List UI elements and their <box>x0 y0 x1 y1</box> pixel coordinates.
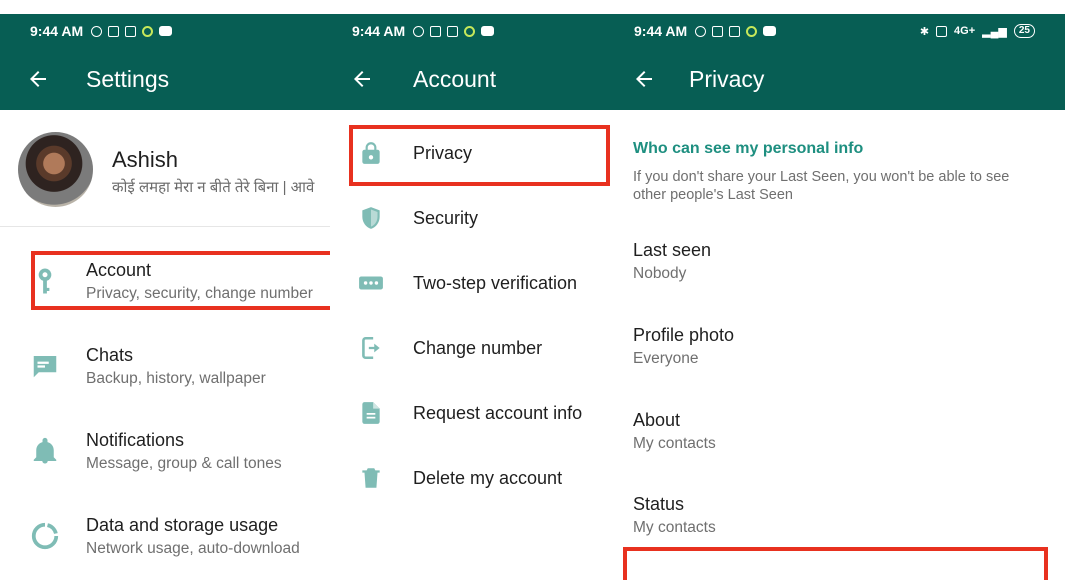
top-margin <box>330 0 612 14</box>
page-title: Privacy <box>689 66 765 92</box>
youtube-icon <box>763 26 777 36</box>
privacy-item-profile-photo[interactable]: Profile photo Everyone <box>612 325 1065 385</box>
mail-icon <box>125 25 137 37</box>
app-ring-icon <box>464 25 476 37</box>
settings-item-notifications[interactable]: Notifications Message, group & call tone… <box>0 426 330 506</box>
status-icons <box>91 25 173 37</box>
calendar-icon <box>712 25 724 37</box>
privacy-item-value: Nobody <box>633 265 687 282</box>
shield-icon <box>362 207 380 229</box>
calendar-icon <box>108 25 120 37</box>
alarm-icon <box>413 25 425 37</box>
settings-panel: 9:44 AM Settings Ashish कोई लमहा मेरा न … <box>0 0 330 580</box>
avatar[interactable] <box>18 132 93 207</box>
divider <box>0 226 330 227</box>
back-arrow-icon[interactable] <box>350 67 374 91</box>
dots-icon <box>359 276 383 290</box>
status-bar: 9:44 AM <box>0 14 330 48</box>
account-item-label: Delete my account <box>413 468 563 488</box>
privacy-item-value: My contacts <box>633 435 716 452</box>
account-item-change-number[interactable]: Change number <box>330 319 612 379</box>
top-margin <box>0 0 330 14</box>
trash-icon <box>362 468 380 488</box>
bell-icon <box>33 437 57 464</box>
app-bar: Settings <box>0 48 330 110</box>
top-margin <box>612 0 1065 14</box>
privacy-item-title: Profile photo <box>633 325 735 345</box>
privacy-item-title: Status <box>633 494 685 514</box>
battery-icon: 25 <box>1013 24 1035 38</box>
mail-icon <box>447 25 459 37</box>
back-arrow-icon[interactable] <box>632 67 656 91</box>
data-usage-icon <box>31 522 59 550</box>
bluetooth-icon: ✱ <box>919 25 930 38</box>
status-time: 9:44 AM <box>634 23 688 39</box>
privacy-item-value: Everyone <box>633 350 699 367</box>
account-item-label: Two-step verification <box>413 273 578 293</box>
privacy-item-title: About <box>633 410 681 430</box>
privacy-item-title: Last seen <box>633 240 712 260</box>
privacy-item-about[interactable]: About My contacts <box>612 410 1065 470</box>
profile-name[interactable]: Ashish <box>112 147 178 173</box>
settings-item-subtitle: Backup, history, wallpaper <box>86 370 266 387</box>
status-bar: 9:44 AM ✱ 4G+ ▂▄▆ 25 <box>612 14 1065 48</box>
app-bar: Account <box>330 48 612 110</box>
settings-item-title: Data and storage usage <box>86 515 279 535</box>
settings-item-title: Chats <box>86 345 134 365</box>
privacy-panel: 9:44 AM ✱ 4G+ ▂▄▆ 25 Privacy Who can see… <box>612 0 1065 580</box>
settings-item-subtitle: Network usage, auto-download <box>86 540 300 557</box>
back-arrow-icon[interactable] <box>26 67 50 91</box>
settings-item-subtitle: Message, group & call tones <box>86 455 282 472</box>
signal-icon: ▂▄▆ <box>982 25 1007 38</box>
account-item-security[interactable]: Security <box>330 189 612 249</box>
highlight-box-privacy <box>349 125 610 186</box>
alarm-icon <box>695 25 707 37</box>
mail-icon <box>729 25 741 37</box>
section-description: If you don't share your Last Seen, you w… <box>633 169 1010 203</box>
account-panel: 9:44 AM Account Privacy Security Two-ste… <box>330 0 612 580</box>
settings-item-chats[interactable]: Chats Backup, history, wallpaper <box>0 341 330 421</box>
account-item-delete[interactable]: Delete my account <box>330 449 612 509</box>
section-header: Who can see my personal info <box>633 140 864 157</box>
account-item-label: Request account info <box>413 403 583 423</box>
account-item-two-step[interactable]: Two-step verification <box>330 254 612 314</box>
alarm-icon <box>91 25 103 37</box>
page-title: Account <box>413 66 497 92</box>
status-time: 9:44 AM <box>352 23 406 39</box>
calendar-icon <box>430 25 442 37</box>
status-bar: 9:44 AM <box>330 14 612 48</box>
highlight-box-account <box>31 251 330 310</box>
settings-item-title: Notifications <box>86 430 185 450</box>
page-title: Settings <box>86 66 170 92</box>
youtube-icon <box>481 26 495 36</box>
youtube-icon <box>159 26 173 36</box>
account-item-request-info[interactable]: Request account info <box>330 384 612 444</box>
app-ring-icon <box>746 25 758 37</box>
network-type: 4G+ <box>954 25 976 37</box>
chat-icon <box>33 356 57 378</box>
status-right-icons: ✱ 4G+ ▂▄▆ 25 <box>920 24 1035 38</box>
settings-item-data-storage[interactable]: Data and storage usage Network usage, au… <box>0 511 330 580</box>
status-time: 9:44 AM <box>30 23 84 39</box>
privacy-item-last-seen[interactable]: Last seen Nobody <box>612 240 1065 300</box>
profile-status[interactable]: कोई लमहा मेरा न बीते तेरे बिना | आवे <box>112 177 314 197</box>
app-bar: Privacy <box>612 48 1065 110</box>
account-item-label: Change number <box>413 338 543 358</box>
change-number-icon <box>362 336 380 360</box>
privacy-item-value: My contacts <box>633 519 716 536</box>
app-ring-icon <box>142 25 154 37</box>
document-icon <box>362 402 380 424</box>
privacy-item-status[interactable]: Status My contacts <box>612 494 1065 554</box>
status-icons <box>413 25 495 37</box>
highlight-box-next-item <box>623 547 1048 580</box>
status-icons <box>695 25 777 37</box>
volte-icon <box>936 25 948 37</box>
account-item-label: Security <box>413 208 479 228</box>
